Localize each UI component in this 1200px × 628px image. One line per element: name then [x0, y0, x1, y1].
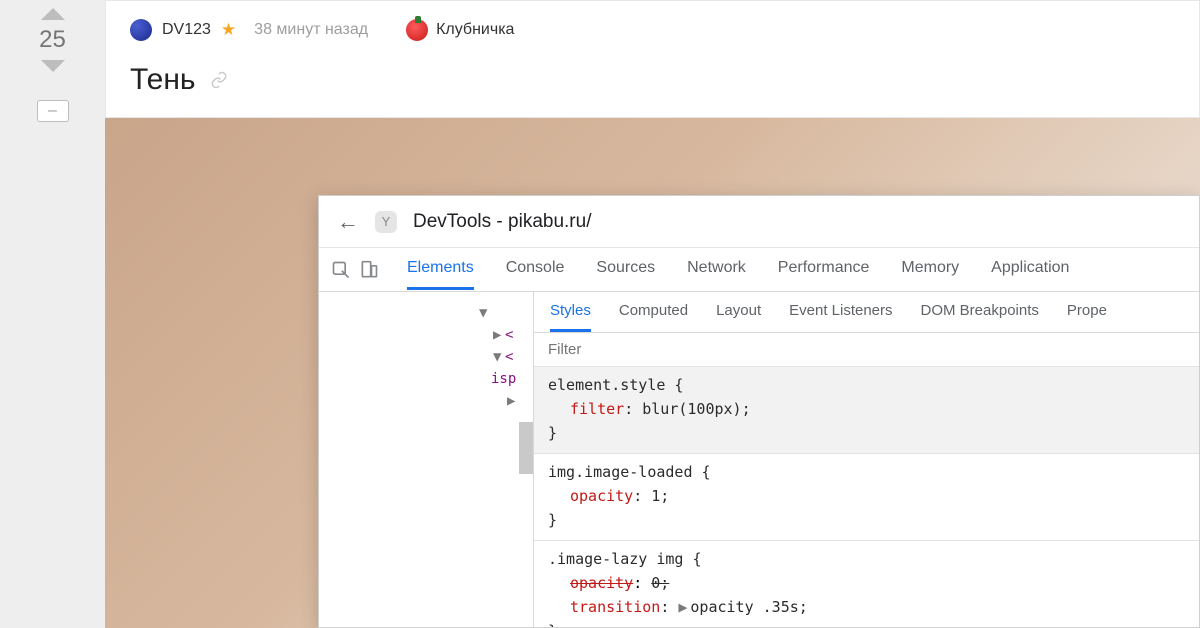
styles-tab-styles[interactable]: Styles — [550, 292, 591, 332]
dom-line[interactable]: ▶ — [329, 390, 533, 412]
tab-application[interactable]: Application — [991, 249, 1069, 290]
tab-console[interactable]: Console — [506, 249, 565, 290]
tab-performance[interactable]: Performance — [778, 249, 870, 290]
styles-filter-row — [534, 333, 1199, 367]
post-card: DV123 ★ 38 минут назад Клубничка Тень — [105, 0, 1200, 118]
styles-filter-input[interactable] — [534, 333, 1199, 366]
strawberry-icon — [406, 19, 428, 41]
vote-column: 25 – — [0, 0, 105, 628]
styles-tab-prope[interactable]: Prope — [1067, 292, 1107, 332]
tab-sources[interactable]: Sources — [596, 249, 655, 290]
downvote-icon[interactable] — [41, 60, 65, 72]
device-toggle-icon[interactable] — [359, 260, 379, 280]
avatar[interactable] — [130, 19, 152, 41]
post-header: DV123 ★ 38 минут назад Клубничка — [130, 19, 1175, 41]
upvote-icon[interactable] — [41, 8, 65, 20]
dom-line[interactable]: ▼< — [329, 346, 533, 368]
post-title[interactable]: Тень — [130, 63, 196, 97]
devtools-header: ← Y DevTools - pikabu.ru/ — [319, 196, 1199, 248]
devtools-title: DevTools - pikabu.ru/ — [413, 211, 591, 233]
tag-group[interactable]: Клубничка — [406, 19, 514, 41]
star-icon: ★ — [221, 20, 236, 40]
collapse-button[interactable]: – — [37, 100, 69, 122]
dom-tree-pane[interactable]: ▼▶<▼<isp▶ — [319, 292, 534, 627]
timestamp: 38 минут назад — [254, 21, 368, 39]
dom-line[interactable]: ▶< — [329, 324, 533, 346]
styles-pane: Styles Computed Layout Event Listeners DOM B… — [534, 292, 1199, 627]
dom-line[interactable]: ▼ — [329, 302, 533, 324]
dom-line[interactable]: isp — [329, 368, 533, 390]
tag-label: Клубничка — [436, 21, 514, 39]
styles-tab-layout[interactable]: Layout — [716, 292, 761, 332]
css-rule[interactable]: element.style {filter: blur(100px);} — [534, 367, 1199, 454]
browser-logo-icon: Y — [375, 211, 397, 233]
devtools-window: ← Y DevTools - pikabu.ru/ Elements Consol… — [318, 195, 1200, 628]
css-rule[interactable]: img.image-loaded {opacity: 1;} — [534, 454, 1199, 541]
scrollbar-thumb[interactable] — [519, 422, 533, 474]
tab-elements[interactable]: Elements — [407, 249, 474, 290]
inspect-icon[interactable] — [331, 260, 351, 280]
styles-tab-event-listeners[interactable]: Event Listeners — [789, 292, 892, 332]
tab-memory[interactable]: Memory — [901, 249, 959, 290]
styles-tab-dom-breakpoints[interactable]: DOM Breakpoints — [921, 292, 1039, 332]
tab-network[interactable]: Network — [687, 249, 746, 290]
link-icon[interactable] — [210, 71, 228, 89]
devtools-tabrow: Elements Console Sources Network Performance… — [319, 248, 1199, 292]
vote-count: 25 — [39, 26, 66, 54]
css-rule[interactable]: .image-lazy img {opacity: 0;transition: … — [534, 541, 1199, 627]
post-title-row: Тень — [130, 63, 1175, 97]
styles-tab-computed[interactable]: Computed — [619, 292, 688, 332]
back-icon[interactable]: ← — [337, 209, 359, 235]
username[interactable]: DV123 — [162, 21, 211, 39]
